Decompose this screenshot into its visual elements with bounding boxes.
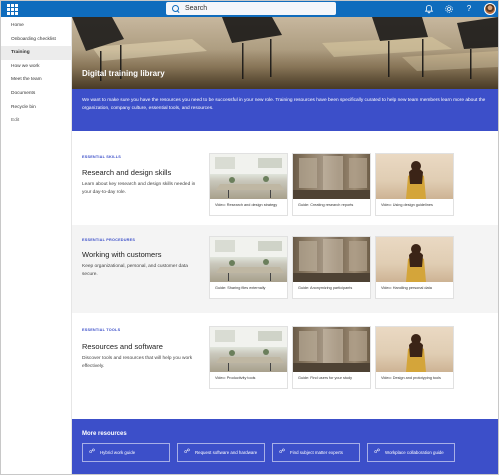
office-thumbnail: [210, 327, 287, 372]
training-card[interactable]: Guide: Anonymizing participants: [292, 236, 371, 299]
user-avatar[interactable]: [484, 3, 496, 15]
nav-item-onboarding-checklist[interactable]: Onboarding checklist: [1, 33, 71, 47]
section-eyebrow: ESSENTIAL PROCEDURES: [82, 238, 136, 242]
glass-office-thumbnail: [293, 237, 370, 282]
section-description: Keep organizational, personal, and custo…: [82, 264, 188, 277]
section-heading: Working with customers: [82, 250, 162, 259]
training-card[interactable]: Video: Design and prototyping tools: [375, 326, 454, 389]
link-icon: ☍: [89, 449, 96, 455]
nav-item-recycle-bin[interactable]: Recycle bin: [1, 101, 71, 115]
person-thumbnail: [376, 327, 453, 372]
quick-link-hybrid-work-guide[interactable]: ☍ Hybrid work guide: [82, 443, 170, 462]
link-icon: ☍: [184, 449, 191, 455]
office-thumbnail: [210, 154, 287, 199]
help-icon[interactable]: ?: [464, 4, 474, 14]
training-card[interactable]: Guide: Creating research reports: [292, 153, 371, 216]
quick-link-label: Hybrid work guide: [100, 450, 136, 455]
section-description: Learn about key research and design skil…: [82, 182, 196, 195]
more-resources-band: More resources ☍ Hybrid work guide ☍ Req…: [72, 419, 498, 474]
section-eyebrow: ESSENTIAL TOOLS: [82, 328, 121, 332]
card-caption: Video: Productivity tools: [215, 376, 256, 380]
card-caption: Guide: Anonymizing participants: [298, 286, 353, 290]
glass-office-thumbnail: [293, 154, 370, 199]
nav-item-how-we-work[interactable]: How we work: [1, 60, 71, 74]
section-description: Discover tools and resources that will h…: [82, 356, 193, 369]
card-caption: Guide: Creating research reports: [298, 203, 354, 207]
gear-icon[interactable]: [444, 4, 454, 14]
link-icon: ☍: [374, 449, 381, 455]
training-card[interactable]: Video: Research and design strategy: [209, 153, 288, 216]
bell-icon[interactable]: [424, 4, 434, 14]
more-resources-title: More resources: [82, 431, 127, 437]
office-thumbnail: [210, 237, 287, 282]
training-card[interactable]: Video: Using design guidelines: [375, 153, 454, 216]
quick-link-label: Workplace collaboration guide: [385, 450, 444, 455]
section-heading: Research and design skills: [82, 168, 172, 177]
person-thumbnail: [376, 154, 453, 199]
search-placeholder: Search: [185, 5, 208, 12]
section-heading: Resources and software: [82, 342, 163, 351]
card-caption: Guide: Find users for your study: [298, 376, 353, 380]
intro-text: We want to make sure you have the resour…: [82, 98, 486, 111]
quick-link-label: Request software and hardware: [195, 450, 258, 455]
quick-link-label: Find subject matter experts: [290, 450, 343, 455]
quick-link-subject-matter-experts[interactable]: ☍ Find subject matter experts: [272, 443, 360, 462]
nav-item-documents[interactable]: Documents: [1, 87, 71, 101]
quick-link-request-software[interactable]: ☍ Request software and hardware: [177, 443, 265, 462]
person-thumbnail: [376, 237, 453, 282]
suite-bar: Search ?: [1, 1, 498, 17]
card-caption: Video: Handling personal data: [381, 286, 432, 290]
card-caption: Video: Using design guidelines: [381, 203, 433, 207]
glass-office-thumbnail: [293, 327, 370, 372]
link-icon: ☍: [279, 449, 286, 455]
section-eyebrow: ESSENTIAL SKILLS: [82, 155, 121, 159]
app-launcher-icon[interactable]: [5, 2, 19, 16]
intro-band: We want to make sure you have the resour…: [72, 89, 498, 131]
quick-link-collaboration-guide[interactable]: ☍ Workplace collaboration guide: [367, 443, 455, 462]
training-card[interactable]: Guide: Find users for your study: [292, 326, 371, 389]
card-caption: Video: Design and prototyping tools: [381, 376, 441, 380]
nav-item-training[interactable]: Training: [1, 46, 71, 60]
section-essential-skills: ESSENTIAL SKILLS Research and design ski…: [72, 139, 498, 223]
training-card[interactable]: Video: Handling personal data: [375, 236, 454, 299]
hero-banner: Digital training library: [72, 17, 498, 89]
section-essential-tools: ESSENTIAL TOOLS Resources and software D…: [72, 315, 498, 407]
nav-edit-link[interactable]: Edit: [1, 114, 71, 128]
training-card[interactable]: Guide: Sharing files externally: [209, 236, 288, 299]
section-essential-procedures: ESSENTIAL PROCEDURES Working with custom…: [72, 225, 498, 313]
search-icon: [172, 4, 180, 13]
sharepoint-page: Search ? Home Onboarding checklist Train…: [0, 0, 499, 475]
training-card[interactable]: Video: Productivity tools: [209, 326, 288, 389]
card-caption: Guide: Sharing files externally: [215, 286, 266, 290]
card-caption: Video: Research and design strategy: [215, 203, 278, 207]
search-box[interactable]: Search: [166, 2, 336, 15]
hero-title: Digital training library: [82, 69, 165, 78]
left-navigation: Home Onboarding checklist Training How w…: [1, 17, 72, 474]
nav-item-home[interactable]: Home: [1, 19, 71, 33]
nav-item-meet-the-team[interactable]: Meet the team: [1, 73, 71, 87]
